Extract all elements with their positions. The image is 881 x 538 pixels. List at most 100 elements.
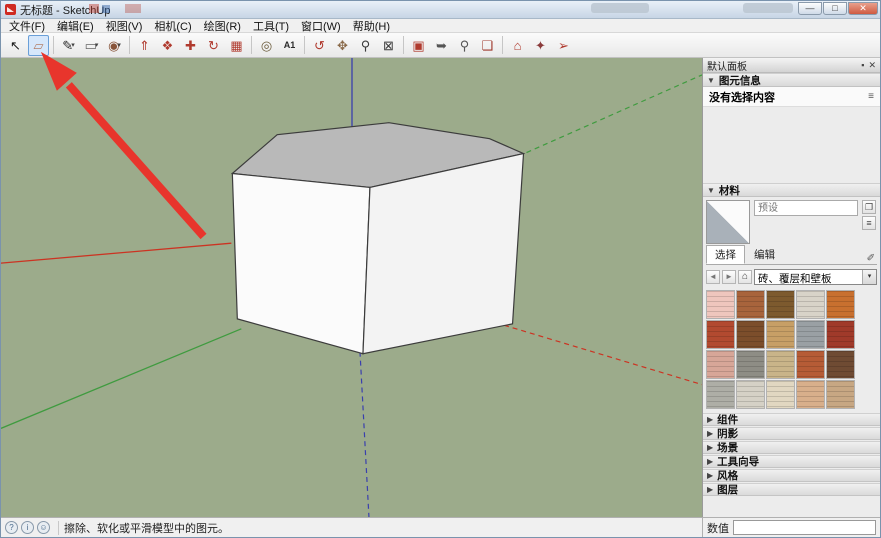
dropdown-arrow-icon[interactable]: ▾ [95,41,99,49]
chevron-down-icon[interactable]: ▾ [862,270,876,284]
tape-measure-tool[interactable]: ◎ [256,35,277,56]
zoom-window-tool[interactable]: ⚲ [454,35,475,56]
orbit-tool[interactable]: ↺ [309,35,330,56]
expand-arrow-icon: ▼ [707,186,715,195]
polygon-tool[interactable]: ◉▾ [104,35,125,56]
menu-item-5[interactable]: 工具(T) [247,18,295,34]
material-swatch-14[interactable] [826,350,855,379]
main-area: 默认面板 ▪ ✕ ▼ 图元信息 没有选择内容 ≡ ▼ 材料 [1,58,880,517]
materials-header[interactable]: ▼ 材料 [703,183,880,197]
materials-nav: ◄ ► ⌂ 砖、覆层和壁板 ▾ [706,269,877,285]
material-swatch-18[interactable] [796,380,825,409]
follow-me-tool[interactable]: ➥ [431,35,452,56]
dropdown-arrow-icon[interactable]: ▾ [71,41,75,49]
share-model-tool[interactable]: ➢ [553,35,574,56]
menu-item-0[interactable]: 文件(F) [3,18,51,34]
create-material-icon[interactable]: ≡ [862,216,876,230]
move-tool[interactable]: ✚ [180,35,201,56]
material-category-select[interactable]: 砖、覆层和壁板 ▾ [754,269,877,285]
material-category-value: 砖、覆层和壁板 [755,270,862,284]
viewport[interactable] [1,58,702,517]
pushpull-tool[interactable]: ⇑ [134,35,155,56]
close-button[interactable]: ✕ [848,2,878,15]
material-swatch-10[interactable] [706,350,735,379]
entity-info-content: 没有选择内容 ≡ [703,87,880,107]
menu-item-1[interactable]: 编辑(E) [51,18,100,34]
material-preview[interactable] [706,200,750,244]
material-swatch-15[interactable] [706,380,735,409]
red-axis-positive [1,243,231,263]
collapsed-section-4[interactable]: ▶风格 [703,469,880,482]
text-tool[interactable]: A1 [279,35,300,56]
home-icon[interactable]: ⌂ [738,270,752,284]
section-plane-tool[interactable]: ❏ [477,35,498,56]
material-swatch-17[interactable] [766,380,795,409]
paint-bucket-tool[interactable]: ▣ [408,35,429,56]
material-swatch-4[interactable] [826,290,855,319]
titlebar-artifact [591,3,649,13]
zoom-tool[interactable]: ⚲ [355,35,376,56]
pan-tool[interactable]: ✥ [332,35,353,56]
panel-close-icon[interactable]: ✕ [868,60,876,71]
menu-item-3[interactable]: 相机(C) [148,18,197,34]
back-icon[interactable]: ◄ [706,270,720,284]
tab-select[interactable]: 选择 [706,245,745,264]
collapsed-section-5[interactable]: ▶图层 [703,483,880,496]
material-swatch-19[interactable] [826,380,855,409]
minimize-button[interactable]: — [798,2,822,15]
offset-tool[interactable]: ❖ [157,35,178,56]
material-swatch-13[interactable] [796,350,825,379]
collapsed-section-0[interactable]: ▶组件 [703,413,880,426]
collapsed-section-label: 阴影 [717,426,738,441]
model-right-face[interactable] [363,154,524,354]
line-tool[interactable]: ✎▾ [58,35,79,56]
maximize-button[interactable]: □ [823,2,847,15]
viewport-canvas[interactable] [1,58,702,517]
collapsed-section-2[interactable]: ▶场景 [703,441,880,454]
collapsed-section-1[interactable]: ▶阴影 [703,427,880,440]
material-swatch-3[interactable] [796,290,825,319]
material-swatch-7[interactable] [766,320,795,349]
material-swatch-16[interactable] [736,380,765,409]
entity-details-icon[interactable]: ≡ [868,91,874,102]
menu-item-2[interactable]: 视图(V) [100,18,149,34]
forward-icon[interactable]: ► [722,270,736,284]
shapes-tool[interactable]: ▭▾ [81,35,102,56]
menu-item-6[interactable]: 窗口(W) [295,18,347,34]
material-name-field[interactable] [754,200,858,216]
material-swatch-9[interactable] [826,320,855,349]
select-tool[interactable]: ↖ [5,35,26,56]
geolocation-help-icon[interactable]: ? [5,521,18,534]
menu-item-4[interactable]: 绘图(R) [198,18,247,34]
credits-icon[interactable]: i [21,521,34,534]
tab-edit[interactable]: 编辑 [745,245,784,264]
user-icon[interactable]: ☺ [37,521,50,534]
entity-info-header[interactable]: ▼ 图元信息 [703,73,880,87]
status-hint: 擦除、软化或平滑模型中的图元。 [64,520,229,536]
material-swatch-5[interactable] [706,320,735,349]
material-swatch-0[interactable] [706,290,735,319]
extension-warehouse-tool[interactable]: ✦ [530,35,551,56]
eraser-tool[interactable]: ▱ [28,35,49,56]
3d-warehouse-tool[interactable]: ⌂ [507,35,528,56]
rotate-tool[interactable]: ↻ [203,35,224,56]
model-left-face[interactable] [232,173,370,353]
material-swatch-8[interactable] [796,320,825,349]
material-swatch-2[interactable] [766,290,795,319]
dropdown-arrow-icon[interactable]: ▾ [117,41,121,49]
collapsed-section-3[interactable]: ▶工具向导 [703,455,880,468]
scale-tool[interactable]: ▦ [226,35,247,56]
panel-title: 默认面板 [707,58,747,73]
secondary-pane-icon[interactable]: ❐ [862,200,876,214]
sketchup-window: 无标题 - SketchUp — □ ✕ 文件(F)编辑(E)视图(V)相机(C… [0,0,881,538]
zoom-extents-tool[interactable]: ⊠ [378,35,399,56]
material-swatch-6[interactable] [736,320,765,349]
menu-item-7[interactable]: 帮助(H) [347,18,396,34]
material-swatch-1[interactable] [736,290,765,319]
sample-paint-icon[interactable]: ✐ [867,253,877,264]
pin-icon[interactable]: ▪ [861,60,864,70]
tool-bar: ↖▱✎▾▭▾◉▾⇑❖✚↻▦◎A1↺✥⚲⊠▣➥⚲❏⌂✦➢ [1,33,880,58]
measurements-input[interactable] [733,520,876,535]
material-swatch-11[interactable] [736,350,765,379]
material-swatch-12[interactable] [766,350,795,379]
